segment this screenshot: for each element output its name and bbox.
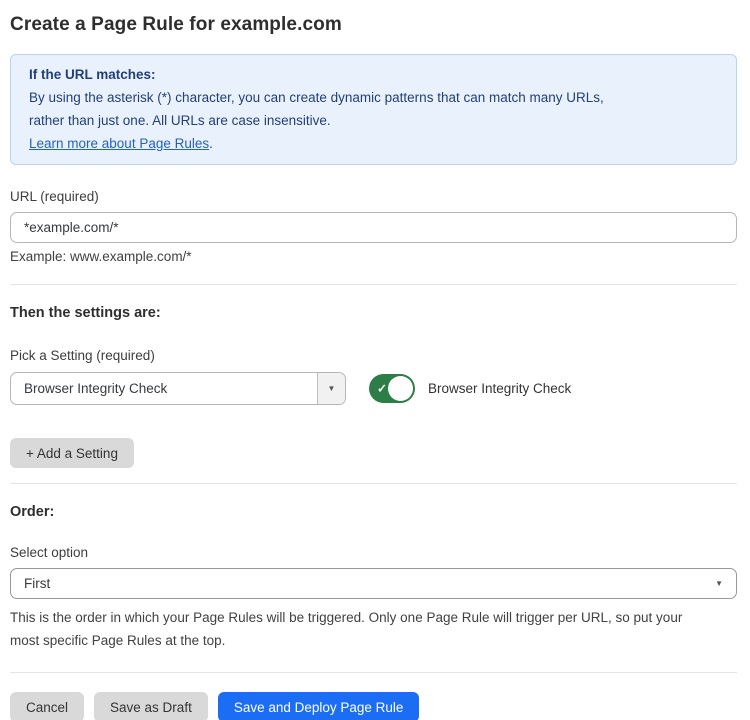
order-helper-text: This is the order in which your Page Rul…	[10, 606, 737, 652]
caret-down-icon: ▼	[328, 385, 336, 393]
page-rule-form: Create a Page Rule for example.com If th…	[0, 0, 750, 720]
caret-down-icon: ▼	[715, 580, 723, 588]
order-select[interactable]: First ▼	[10, 568, 737, 599]
toggle-label: Browser Integrity Check	[428, 381, 571, 396]
setting-row: Browser Integrity Check ▼ ✓ Browser Inte…	[10, 372, 737, 405]
url-field-label: URL (required)	[10, 189, 737, 204]
order-select-label: Select option	[10, 545, 737, 560]
order-section-heading: Order:	[10, 504, 737, 520]
divider-settings	[10, 483, 737, 484]
info-box-link-line: Learn more about Page Rules.	[29, 132, 718, 155]
add-setting-button[interactable]: + Add a Setting	[10, 438, 134, 468]
setting-picker-label: Pick a Setting (required)	[10, 348, 737, 363]
info-box-body-line2: rather than just one. All URLs are case …	[29, 109, 718, 132]
footer-actions: Cancel Save as Draft Save and Deploy Pag…	[10, 692, 737, 720]
divider-url	[10, 284, 737, 285]
cancel-button[interactable]: Cancel	[10, 692, 84, 720]
settings-section-heading: Then the settings are:	[10, 305, 737, 321]
divider-footer	[10, 672, 737, 673]
check-icon: ✓	[377, 381, 387, 395]
toggle-wrap: ✓ Browser Integrity Check	[369, 374, 571, 403]
save-as-draft-button[interactable]: Save as Draft	[94, 692, 208, 720]
learn-more-link[interactable]: Learn more about Page Rules	[29, 136, 209, 151]
order-select-value: First	[24, 576, 715, 591]
order-helper-line1: This is the order in which your Page Rul…	[10, 606, 737, 629]
order-helper-line2: most specific Page Rules at the top.	[10, 629, 737, 652]
info-box-heading: If the URL matches:	[29, 63, 718, 86]
info-box-body-line1: By using the asterisk (*) character, you…	[29, 86, 718, 109]
url-helper-text: Example: www.example.com/*	[10, 249, 737, 264]
setting-select[interactable]: Browser Integrity Check ▼	[10, 372, 346, 405]
link-period: .	[209, 136, 213, 151]
url-input[interactable]	[10, 212, 737, 243]
page-title: Create a Page Rule for example.com	[10, 14, 737, 36]
browser-integrity-toggle[interactable]: ✓	[369, 374, 415, 403]
setting-select-value: Browser Integrity Check	[11, 373, 317, 404]
setting-select-caret-button[interactable]: ▼	[317, 373, 345, 404]
url-match-info-box: If the URL matches: By using the asteris…	[10, 54, 737, 165]
save-and-deploy-button[interactable]: Save and Deploy Page Rule	[218, 692, 420, 720]
toggle-knob	[388, 376, 413, 401]
